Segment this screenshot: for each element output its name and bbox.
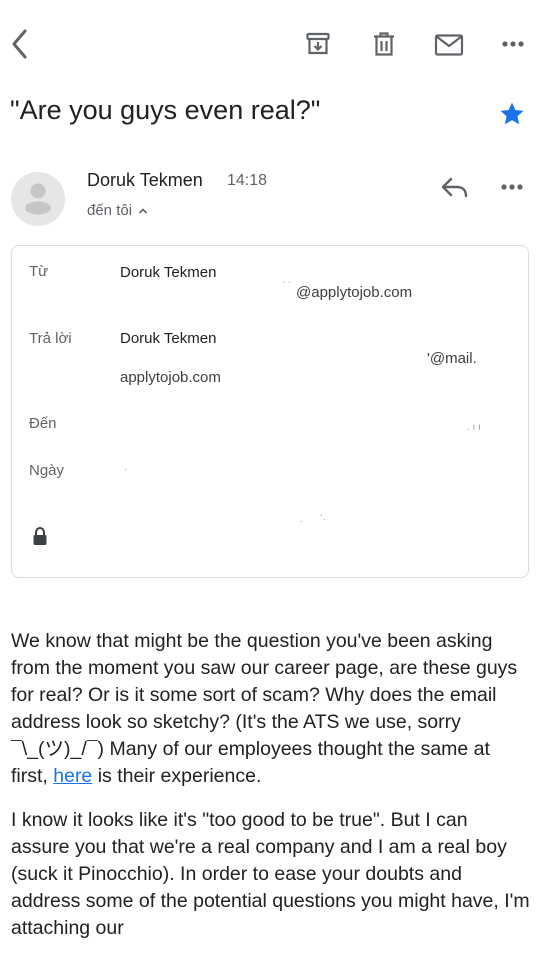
more-options-button[interactable] <box>498 34 528 54</box>
lock-icon <box>33 527 47 545</box>
envelope-icon <box>434 34 464 56</box>
mark-unread-button[interactable] <box>432 30 466 60</box>
from-name: Doruk Tekmen <box>120 264 217 281</box>
redaction-mark: . `· <box>300 514 327 525</box>
sender-name[interactable]: Doruk Tekmen <box>87 170 203 191</box>
delete-button[interactable] <box>368 28 400 60</box>
to-label: Đến <box>29 415 57 432</box>
from-label: Từ <box>29 263 49 280</box>
archive-icon <box>306 32 330 55</box>
more-horizontal-icon <box>501 184 523 190</box>
body-paragraph: We know that might be the question you'v… <box>11 628 531 790</box>
back-button[interactable] <box>4 24 36 64</box>
message-body: We know that might be the question you'v… <box>11 628 531 959</box>
archive-button[interactable] <box>302 28 334 60</box>
sent-time: 14:18 <box>227 172 268 189</box>
star-icon <box>500 102 524 125</box>
avatar[interactable] <box>11 172 65 226</box>
more-horizontal-icon <box>502 41 524 47</box>
person-icon <box>25 183 51 215</box>
redaction-mark: · <box>124 464 128 475</box>
reply-to-name: Doruk Tekmen <box>120 330 217 347</box>
redaction-mark: . ı ı <box>467 422 481 433</box>
message-details-card: Từ Doruk Tekmen ` ´ @applytojob.com Trả … <box>11 245 529 578</box>
here-link[interactable]: here <box>53 765 92 787</box>
from-email[interactable]: @applytojob.com <box>296 284 412 301</box>
top-toolbar <box>0 0 540 88</box>
redaction-mark: ` ´ <box>282 281 292 292</box>
email-subject: "Are you guys even real?" <box>10 95 321 125</box>
message-more-button[interactable] <box>500 178 524 196</box>
chevron-up-icon <box>138 207 148 214</box>
body-paragraph-text: We know that might be the question you'v… <box>11 630 518 787</box>
security-status[interactable] <box>32 526 48 551</box>
recipient-summary-label: đến tôi <box>87 202 133 219</box>
reply-to-domain[interactable]: applytojob.com <box>120 369 221 386</box>
star-button[interactable] <box>498 100 526 133</box>
reply-button[interactable] <box>440 176 470 205</box>
recipient-summary[interactable]: đến tôi <box>87 202 148 219</box>
reply-to-label: Trả lời <box>29 330 72 347</box>
reply-icon <box>441 177 468 198</box>
trash-icon <box>374 32 394 56</box>
reply-to-email-end[interactable]: '@mail. <box>427 350 477 367</box>
body-paragraph-text-end: is their experience. <box>92 765 262 787</box>
body-paragraph: I know it looks like it's "too good to b… <box>11 809 530 939</box>
chevron-left-icon <box>12 29 27 59</box>
date-label: Ngày <box>29 462 65 479</box>
